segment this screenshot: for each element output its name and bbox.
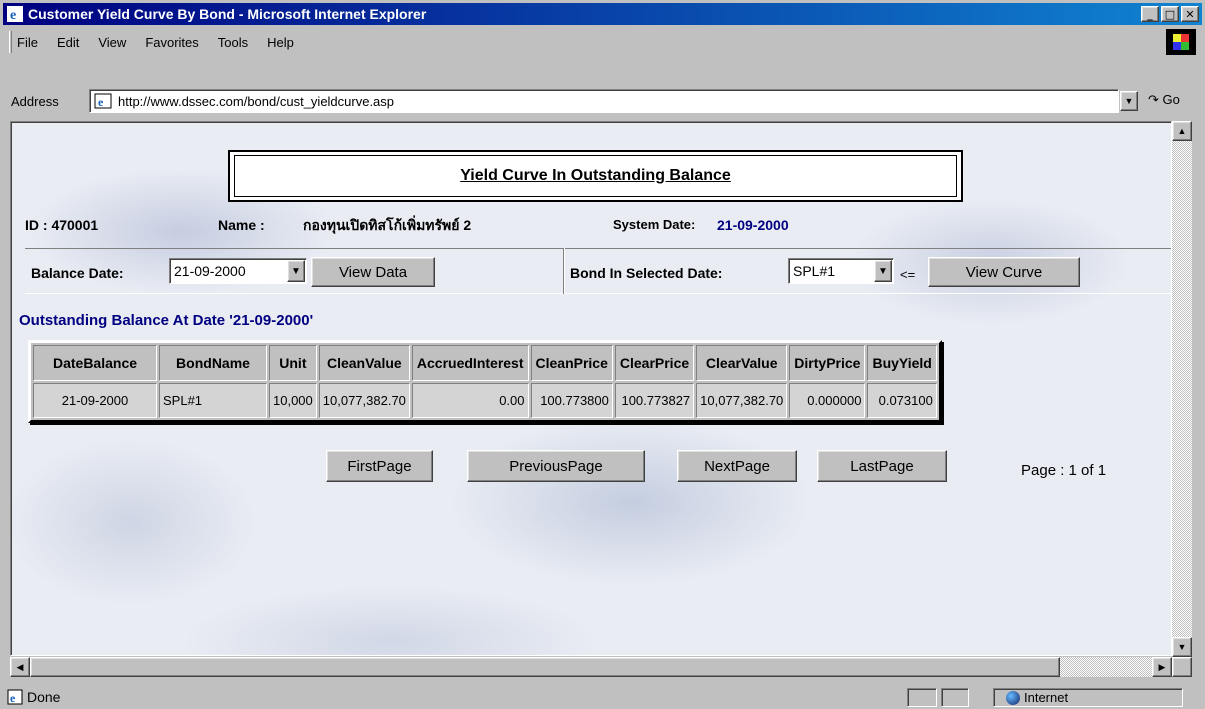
chevron-down-icon[interactable]: ▼ <box>874 260 892 282</box>
bond-selected-label: Bond In Selected Date: <box>570 265 723 281</box>
svg-text:e: e <box>10 691 16 705</box>
toolbar-grip <box>9 31 12 53</box>
page-info: Page : 1 of 1 <box>1021 462 1107 479</box>
status-area: e Done <box>7 689 60 705</box>
go-arrow-icon: ↷ <box>1148 92 1159 107</box>
cell-buy-yield: 0.073100 <box>867 383 937 418</box>
go-button[interactable]: ↷ Go <box>1148 92 1180 108</box>
horizontal-scroll-thumb[interactable] <box>30 657 1060 677</box>
scroll-corner <box>1172 657 1192 677</box>
col-header: DateBalance <box>33 345 157 381</box>
balance-table: DateBalance BondName Unit CleanValue Acc… <box>28 340 942 423</box>
menu-help[interactable]: Help <box>267 35 294 50</box>
page-done-icon: e <box>7 689 23 705</box>
status-bar: e Done Internet <box>3 686 1202 708</box>
status-panel <box>941 688 969 707</box>
balance-date-select[interactable]: 21-09-2000 ▼ <box>169 258 307 284</box>
cell-date-balance: 21-09-2000 <box>33 383 157 418</box>
cell-dirty-price: 0.000000 <box>789 383 866 418</box>
next-page-button[interactable]: NextPage <box>677 450 797 482</box>
balance-date-value: 21-09-2000 <box>174 263 246 279</box>
lte-symbol: <= <box>900 267 916 282</box>
address-dropdown-button[interactable]: ▼ <box>1120 91 1138 111</box>
cell-accrued-interest: 0.00 <box>411 383 529 418</box>
col-header: AccruedInterest <box>411 345 529 381</box>
ie-logo-icon: e <box>7 6 23 22</box>
cell-clear-price: 100.773827 <box>614 383 695 418</box>
view-data-button[interactable]: View Data <box>311 257 435 287</box>
last-page-button[interactable]: LastPage <box>817 450 947 482</box>
window-title: Customer Yield Curve By Bond - Microsoft… <box>28 6 427 22</box>
col-header: CleanValue <box>318 345 410 381</box>
page-content: Yield Curve In Outstanding Balance ID : … <box>10 121 1172 656</box>
zone-label: Internet <box>1024 690 1069 705</box>
view-curve-button[interactable]: View Curve <box>928 257 1080 287</box>
address-url: http://www.dssec.com/bond/cust_yieldcurv… <box>118 93 395 109</box>
system-date-label: System Date: <box>613 217 696 232</box>
address-input[interactable]: e http://www.dssec.com/bond/cust_yieldcu… <box>89 89 1119 113</box>
security-zone: Internet <box>993 688 1183 707</box>
col-header: BuyYield <box>867 345 937 381</box>
bond-select[interactable]: SPL#1 ▼ <box>788 258 894 284</box>
cell-clean-price: 100.773800 <box>530 383 613 418</box>
close-button[interactable]: ✕ <box>1181 6 1199 22</box>
scroll-left-icon[interactable]: ◀ <box>10 657 30 677</box>
go-label: Go <box>1162 92 1180 107</box>
bond-select-value: SPL#1 <box>793 263 836 279</box>
horizontal-scrollbar[interactable]: ◀ ▶ <box>10 657 1172 677</box>
menu-file[interactable]: File <box>17 35 38 50</box>
windows-logo-icon <box>1166 29 1196 55</box>
col-header: Unit <box>269 345 317 381</box>
cell-clear-value: 10,077,382.70 <box>696 383 788 418</box>
col-header: DirtyPrice <box>789 345 866 381</box>
menu-view[interactable]: View <box>98 35 126 50</box>
col-header: BondName <box>159 345 267 381</box>
fund-name: กองทุนเปิดทิสโก้เพิ่มทรัพย์ 2 <box>303 217 472 233</box>
cell-unit: 10,000 <box>269 383 317 418</box>
scroll-down-icon[interactable]: ▼ <box>1172 637 1192 657</box>
svg-text:e: e <box>98 95 104 109</box>
scroll-up-icon[interactable]: ▲ <box>1172 121 1192 141</box>
address-label: Address <box>11 93 59 109</box>
chevron-down-icon[interactable]: ▼ <box>287 260 305 282</box>
menu-edit[interactable]: Edit <box>57 35 79 50</box>
menu-favorites[interactable]: Favorites <box>145 35 198 50</box>
previous-page-button[interactable]: PreviousPage <box>467 450 645 482</box>
page-title-box: Yield Curve In Outstanding Balance <box>228 150 963 202</box>
globe-icon <box>1006 690 1020 705</box>
control-divider <box>563 248 565 294</box>
table-row: 21-09-2000 SPL#1 10,000 10,077,382.70 0.… <box>33 383 937 418</box>
status-text: Done <box>27 689 61 705</box>
page-icon: e <box>94 93 112 109</box>
menu-tools[interactable]: Tools <box>218 35 248 50</box>
outstanding-heading: Outstanding Balance At Date '21-09-2000' <box>19 312 314 329</box>
col-header: ClearValue <box>696 345 788 381</box>
name-label: Name : <box>218 217 265 233</box>
system-date-value: 21-09-2000 <box>717 217 789 233</box>
first-page-button[interactable]: FirstPage <box>326 450 433 482</box>
vertical-scrollbar[interactable]: ▲ ▼ <box>1172 121 1192 657</box>
page-title: Yield Curve In Outstanding Balance <box>460 167 731 184</box>
minimize-button[interactable]: _ <box>1141 6 1159 22</box>
col-header: CleanPrice <box>530 345 613 381</box>
col-header: ClearPrice <box>614 345 695 381</box>
svg-text:e: e <box>10 8 16 22</box>
balance-date-label: Balance Date: <box>31 265 124 281</box>
menu-bar: File Edit View Favorites Tools Help <box>3 27 1202 57</box>
cell-clean-value: 10,077,382.70 <box>318 383 410 418</box>
status-panel <box>907 688 937 707</box>
table-header-row: DateBalance BondName Unit CleanValue Acc… <box>33 345 937 381</box>
customer-id: ID : 470001 <box>25 217 99 233</box>
maximize-button[interactable]: □ <box>1161 6 1179 22</box>
address-bar: Address e http://www.dssec.com/bond/cust… <box>3 86 1202 116</box>
window-title-bar[interactable]: e Customer Yield Curve By Bond - Microso… <box>3 3 1202 25</box>
cell-bond-name: SPL#1 <box>159 383 267 418</box>
scroll-right-icon[interactable]: ▶ <box>1152 657 1172 677</box>
